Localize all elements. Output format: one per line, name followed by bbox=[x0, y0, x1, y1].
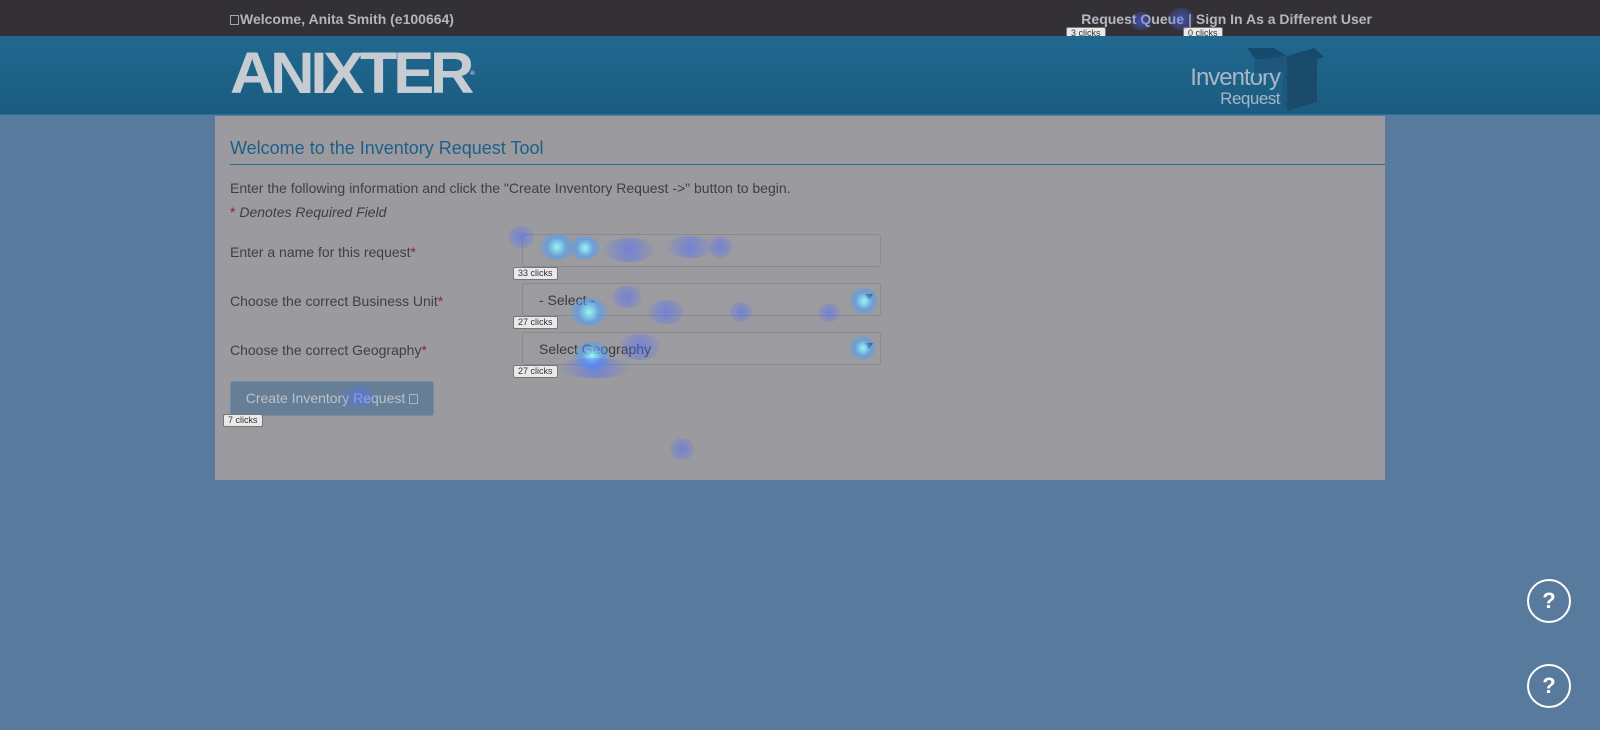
required-note-text: Denotes Required Field bbox=[235, 204, 387, 220]
title-divider bbox=[230, 164, 1385, 165]
instructions-text: Enter the following information and clic… bbox=[230, 180, 791, 196]
anixter-logo[interactable]: ANIXTER® bbox=[230, 45, 475, 103]
request-queue-link[interactable]: Request Queue bbox=[1081, 11, 1184, 27]
logo-text: ANIXTER bbox=[230, 41, 474, 106]
box-icon bbox=[1247, 48, 1324, 111]
required-star: * bbox=[410, 244, 416, 260]
logo-registered-mark: ® bbox=[470, 71, 475, 77]
request-panel: Welcome to the Inventory Request Tool En… bbox=[215, 116, 1385, 480]
business-unit-value: - Select - bbox=[539, 292, 596, 308]
geography-select[interactable]: Select Geography bbox=[522, 332, 881, 365]
geography-label: Choose the correct Geography* bbox=[230, 342, 427, 358]
click-badge-geography: 27 clicks bbox=[513, 365, 558, 378]
create-inventory-request-button[interactable]: Create Inventory Request bbox=[230, 381, 434, 416]
welcome-message: Welcome, Anita Smith (e100664) bbox=[230, 11, 454, 27]
business-unit-label: Choose the correct Business Unit* bbox=[230, 293, 443, 309]
geography-value: Select Geography bbox=[539, 341, 652, 357]
request-name-label: Enter a name for this request* bbox=[230, 244, 416, 260]
request-name-label-text: Enter a name for this request bbox=[230, 244, 411, 260]
required-field-note: * Denotes Required Field bbox=[230, 204, 386, 220]
request-name-input[interactable] bbox=[522, 234, 881, 267]
chevron-down-icon bbox=[865, 294, 873, 300]
chevron-down-icon bbox=[865, 343, 873, 349]
header-banner: ANIXTER® Inventory Request bbox=[0, 36, 1600, 115]
link-separator: | bbox=[1188, 11, 1192, 27]
click-badge-create-button: 7 clicks bbox=[223, 414, 263, 427]
business-unit-select[interactable]: - Select - bbox=[522, 283, 881, 316]
welcome-text: Welcome, Anita Smith (e100664) bbox=[240, 11, 454, 27]
create-button-label: Create Inventory Request bbox=[245, 390, 406, 406]
user-icon bbox=[230, 15, 239, 25]
top-bar: Welcome, Anita Smith (e100664) Request Q… bbox=[0, 0, 1600, 40]
help-button[interactable]: ? bbox=[1527, 664, 1571, 708]
arrow-icon bbox=[409, 394, 419, 404]
geography-label-text: Choose the correct Geography bbox=[230, 342, 422, 358]
inventory-request-brand: Inventory Request bbox=[1182, 44, 1342, 116]
page-title: Welcome to the Inventory Request Tool bbox=[230, 138, 544, 158]
click-badge-business-unit: 27 clicks bbox=[513, 316, 558, 329]
required-star: * bbox=[437, 293, 444, 309]
business-unit-label-text: Choose the correct Business Unit bbox=[230, 293, 438, 309]
sign-in-different-user-link[interactable]: Sign In As a Different User bbox=[1196, 11, 1372, 27]
top-links: Request Queue | Sign In As a Different Use… bbox=[1081, 11, 1372, 27]
required-star: * bbox=[421, 342, 427, 358]
help-button[interactable]: ? bbox=[1527, 579, 1571, 623]
click-badge-request-name: 33 clicks bbox=[513, 267, 558, 280]
